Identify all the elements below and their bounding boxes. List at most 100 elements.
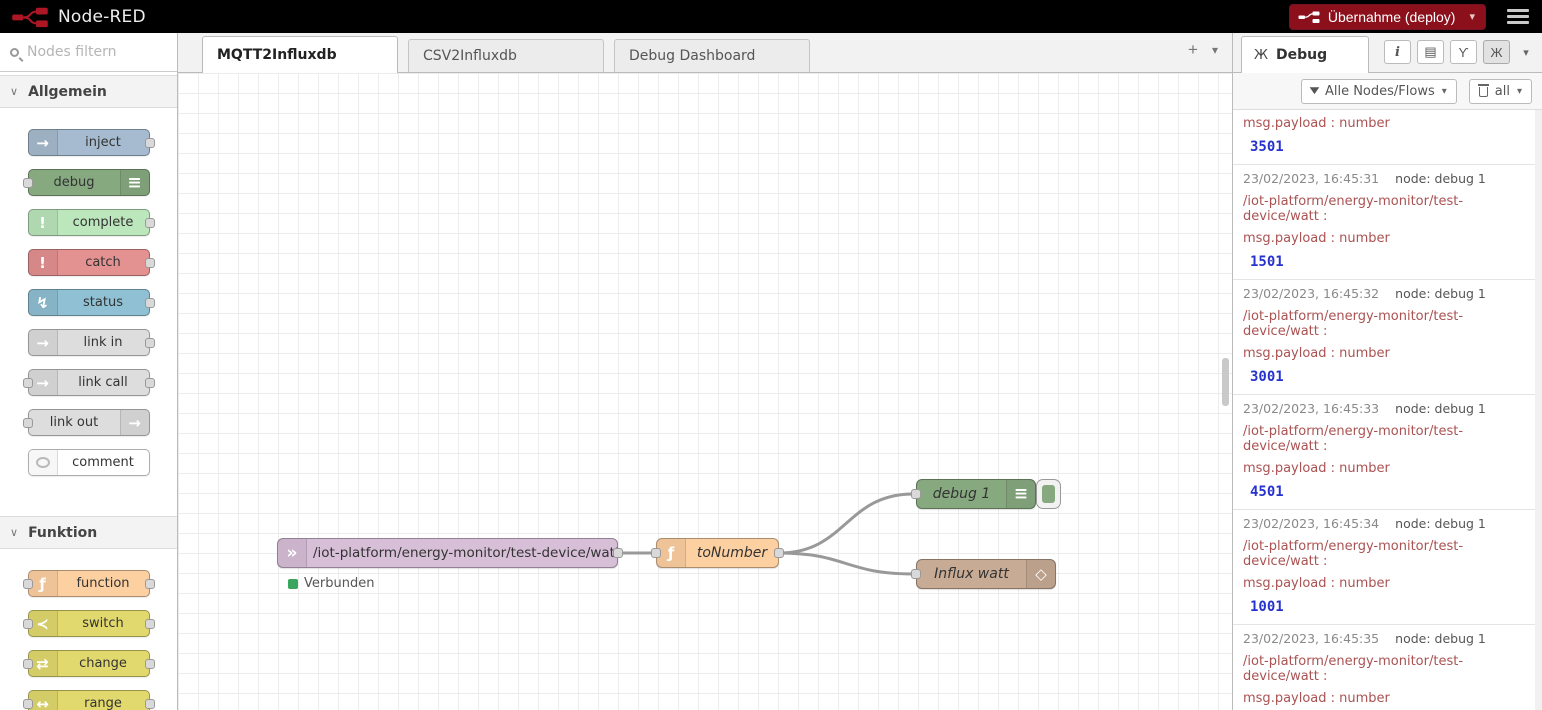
tab-csv2influxdb[interactable]: CSV2Influxdb — [408, 39, 604, 72]
exclamation-icon: ! — [29, 250, 58, 275]
debug-message[interactable]: 23/02/2023, 16:45:35node: debug 1/iot-pl… — [1233, 625, 1542, 710]
output-port[interactable] — [145, 619, 155, 629]
debug-message[interactable]: 23/02/2023, 16:45:34node: debug 1/iot-pl… — [1233, 510, 1542, 625]
palette-node-label: inject — [58, 130, 149, 155]
flow-node-mqtt-in[interactable]: »/iot-platform/energy-monitor/test-devic… — [277, 538, 618, 568]
debug-enable-toggle[interactable] — [1036, 479, 1061, 509]
flow-node-debug-1[interactable]: debug 1≡ — [916, 479, 1036, 509]
input-port[interactable] — [23, 619, 33, 629]
tab-label: CSV2Influxdb — [423, 48, 517, 64]
debug-payload-value: 3001 — [1243, 369, 1532, 385]
debug-message[interactable]: 23/02/2023, 16:45:33node: debug 1/iot-pl… — [1233, 395, 1542, 510]
debug-message-meta: 23/02/2023, 16:45:33node: debug 1 — [1243, 401, 1532, 417]
list-icon: ≡ — [120, 170, 149, 195]
flow-node-toNumber[interactable]: ƒtoNumber — [656, 538, 779, 568]
deploy-button[interactable]: Übernahme (deploy) ▾ — [1289, 4, 1486, 30]
info-sidebar-button[interactable]: i — [1384, 40, 1411, 64]
deploy-options-caret-icon[interactable]: ▾ — [1469, 10, 1475, 23]
chevron-down-icon: ▾ — [1442, 86, 1447, 97]
output-port[interactable] — [145, 218, 155, 228]
palette-node-switch[interactable]: ≺switch — [28, 610, 150, 637]
output-port[interactable] — [145, 378, 155, 388]
debug-timestamp: 23/02/2023, 16:45:32 — [1243, 286, 1379, 301]
debug-payload-value: 1001 — [1243, 599, 1532, 615]
flow-node-influx-watt[interactable]: Influx watt◇ — [916, 559, 1056, 589]
input-port[interactable] — [23, 579, 33, 589]
palette-node-label: debug — [29, 170, 120, 195]
input-port[interactable] — [23, 178, 33, 188]
debug-filter-button[interactable]: ▼ Alle Nodes/Flows ▾ — [1301, 79, 1457, 104]
tab-debug-dashboard[interactable]: Debug Dashboard — [614, 39, 810, 72]
debug-message[interactable]: 23/02/2023, 16:45:32node: debug 1/iot-pl… — [1233, 280, 1542, 395]
debug-timestamp: 23/02/2023, 16:45:31 — [1243, 171, 1379, 186]
palette-node-inject[interactable]: →inject — [28, 129, 150, 156]
palette-node-status[interactable]: ↯status — [28, 289, 150, 316]
output-port[interactable] — [145, 298, 155, 308]
input-port[interactable] — [23, 699, 33, 709]
palette-node-range[interactable]: ↔range — [28, 690, 150, 710]
help-sidebar-button[interactable]: ▤ — [1417, 40, 1444, 64]
debug-payload-label: msg.payload : number — [1243, 346, 1532, 361]
output-port[interactable] — [613, 548, 623, 558]
output-port[interactable] — [774, 548, 784, 558]
input-port[interactable] — [911, 569, 921, 579]
palette-category-allgemein[interactable]: ∨Allgemein — [0, 75, 177, 108]
debug-source-node: node: debug 1 — [1395, 631, 1486, 646]
palette-category-funktion[interactable]: ∨Funktion — [0, 516, 177, 549]
input-port[interactable] — [23, 378, 33, 388]
debug-message-meta: 23/02/2023, 16:45:34 node: debug 1 — [1243, 516, 1532, 532]
context-sidebar-button[interactable]: ϒ — [1450, 40, 1477, 64]
palette-search-input[interactable] — [27, 44, 157, 60]
debug-scrollbar[interactable] — [1535, 110, 1542, 710]
debug-message[interactable]: msg.payload : number3501 — [1233, 110, 1542, 165]
input-port[interactable] — [911, 489, 921, 499]
flow-list-caret-icon[interactable]: ▾ — [1212, 44, 1218, 56]
palette-node-function[interactable]: ƒfunction — [28, 570, 150, 597]
debug-message[interactable]: 23/02/2023, 16:45:31node: debug 1/iot-pl… — [1233, 165, 1542, 280]
input-port[interactable] — [23, 418, 33, 428]
output-port[interactable] — [145, 579, 155, 589]
palette-node-link-call[interactable]: →link call — [28, 369, 150, 396]
tab-mqtt2influxdb[interactable]: MQTT2Influxdb — [202, 36, 398, 73]
debug-tab-label: Debug — [1276, 47, 1327, 63]
palette-node-change[interactable]: ⇄change — [28, 650, 150, 677]
palette-node-label: link call — [58, 370, 149, 395]
change-icon: ⇄ — [29, 651, 58, 676]
output-port[interactable] — [145, 699, 155, 709]
output-port[interactable] — [145, 338, 155, 348]
input-port[interactable] — [651, 548, 661, 558]
hamburger-icon — [1507, 9, 1529, 12]
debug-clear-button[interactable]: all ▾ — [1469, 79, 1532, 104]
filter-icon: ▼ — [1310, 86, 1320, 96]
palette-node-complete[interactable]: !complete — [28, 209, 150, 236]
range-icon: ↔ — [29, 691, 58, 710]
main-menu-button[interactable] — [1504, 6, 1532, 28]
output-port[interactable] — [145, 138, 155, 148]
input-port[interactable] — [23, 659, 33, 669]
canvas-vertical-scrollbar[interactable] — [1222, 358, 1229, 406]
debug-sidebar-button[interactable]: Ж — [1483, 40, 1510, 64]
sidebar-options-caret-icon[interactable]: ▾ — [1516, 40, 1536, 64]
debug-source-node: node: debug 1 — [1395, 516, 1486, 531]
debug-timestamp: 23/02/2023, 16:45:34 — [1243, 516, 1379, 531]
palette-search[interactable] — [0, 33, 177, 72]
palette-node-link-out[interactable]: link out→ — [28, 409, 150, 436]
debug-topic: /iot-platform/energy-monitor/test-device… — [1243, 424, 1532, 454]
tab-debug[interactable]: Ж Debug — [1241, 36, 1369, 73]
add-flow-button[interactable]: + — [1188, 41, 1198, 58]
palette-node-debug[interactable]: debug≡ — [28, 169, 150, 196]
palette-node-catch[interactable]: !catch — [28, 249, 150, 276]
output-port[interactable] — [145, 258, 155, 268]
flow-canvas[interactable]: »/iot-platform/energy-monitor/test-devic… — [178, 73, 1232, 710]
debug-clear-label: all — [1495, 84, 1510, 99]
debug-filter-label: Alle Nodes/Flows — [1325, 84, 1435, 99]
wire-toNumber-to-influx-watt[interactable] — [779, 553, 913, 574]
output-port[interactable] — [145, 659, 155, 669]
debug-payload-value: 1501 — [1243, 254, 1532, 270]
palette-node-comment[interactable]: comment — [28, 449, 150, 476]
debug-payload-value: 4501 — [1243, 484, 1532, 500]
palette-category-items: ƒfunction ≺switch ⇄change ↔range — [0, 549, 177, 710]
palette-node-link-in[interactable]: →link in — [28, 329, 150, 356]
wire-toNumber-to-debug-1[interactable] — [779, 494, 913, 553]
palette-node-label: comment — [58, 450, 149, 475]
